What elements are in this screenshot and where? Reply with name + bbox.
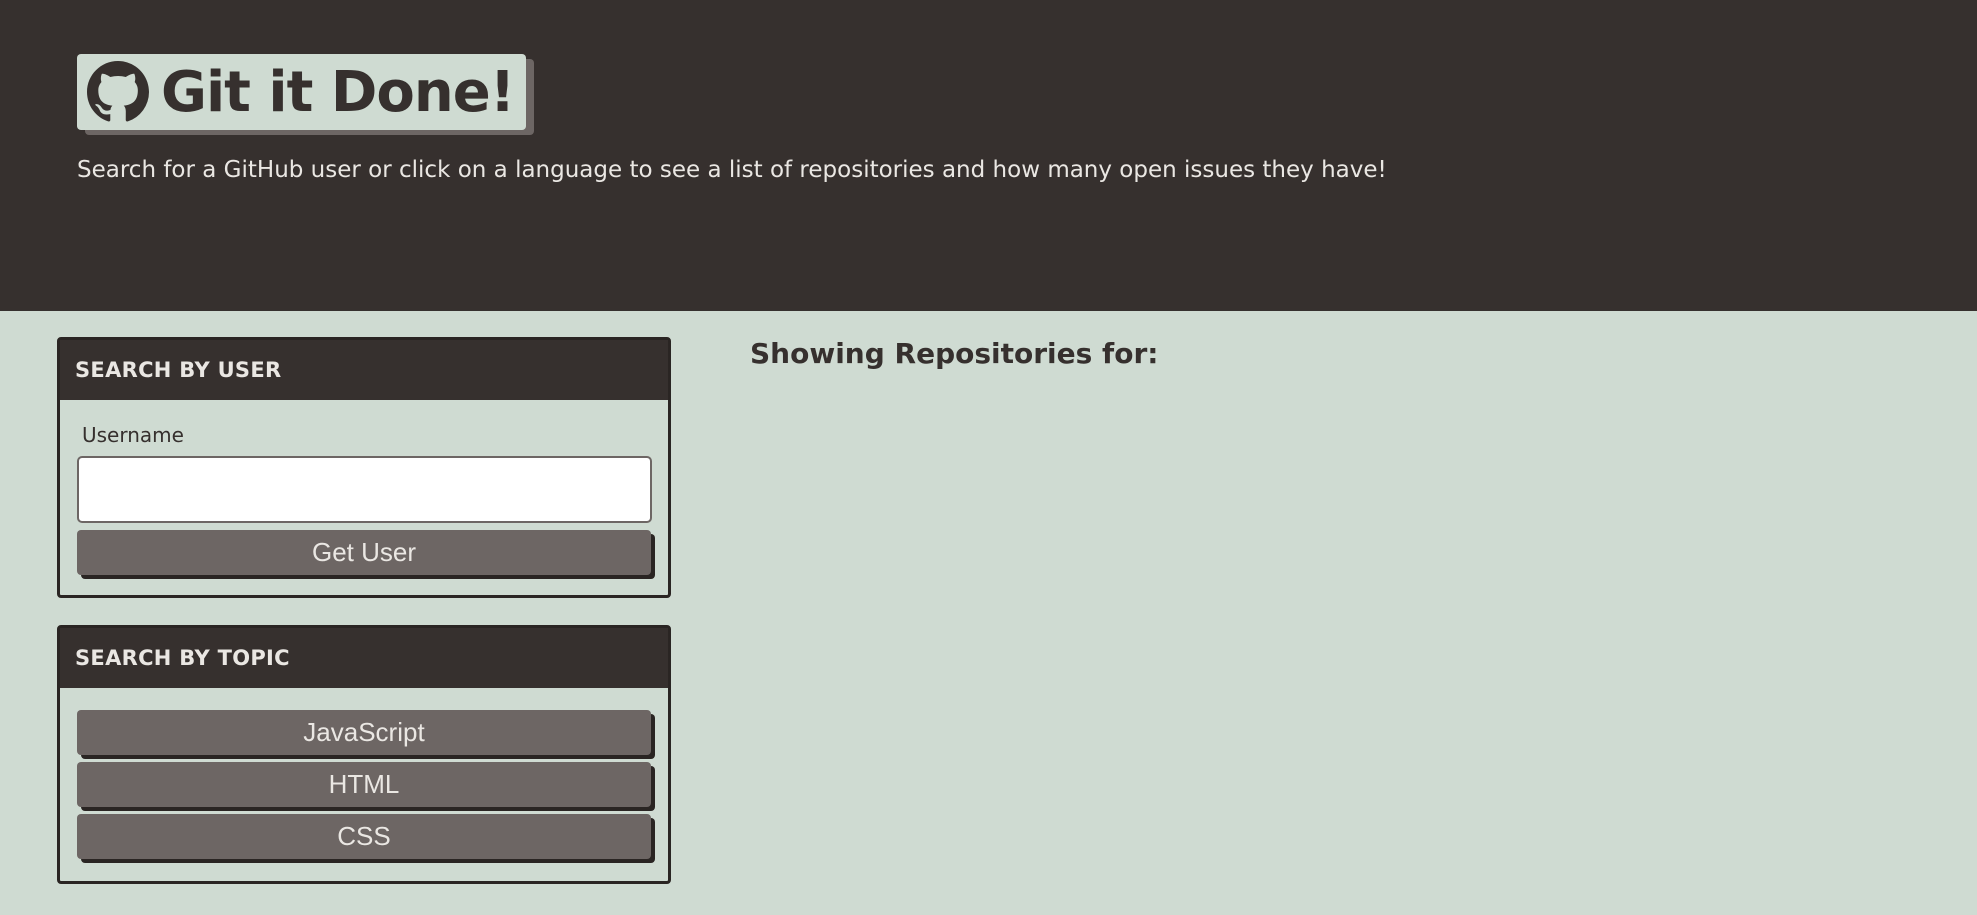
github-icon (87, 61, 149, 122)
repos-heading: Showing Repositories for: (750, 337, 1166, 370)
repos-heading-text: Showing Repositories for: (750, 337, 1159, 370)
app-title: Git it Done! (161, 59, 515, 125)
get-user-button[interactable]: Get User (77, 530, 651, 575)
page-header: Git it Done! Search for a GitHub user or… (0, 0, 1977, 311)
css-button[interactable]: CSS (77, 814, 651, 859)
username-label: Username (82, 423, 184, 447)
app-subtitle: Search for a GitHub user or click on a l… (77, 157, 1387, 183)
search-by-user-heading: SEARCH BY USER (60, 340, 668, 400)
javascript-button[interactable]: JavaScript (77, 710, 651, 755)
html-button[interactable]: HTML (77, 762, 651, 807)
search-by-user-card: SEARCH BY USER Username Get User (57, 337, 671, 598)
app-logo: Git it Done! (77, 54, 527, 130)
search-by-topic-heading: SEARCH BY TOPIC (60, 628, 668, 688)
username-input[interactable] (77, 456, 652, 523)
search-by-topic-card: SEARCH BY TOPIC JavaScript HTML CSS (57, 625, 671, 884)
